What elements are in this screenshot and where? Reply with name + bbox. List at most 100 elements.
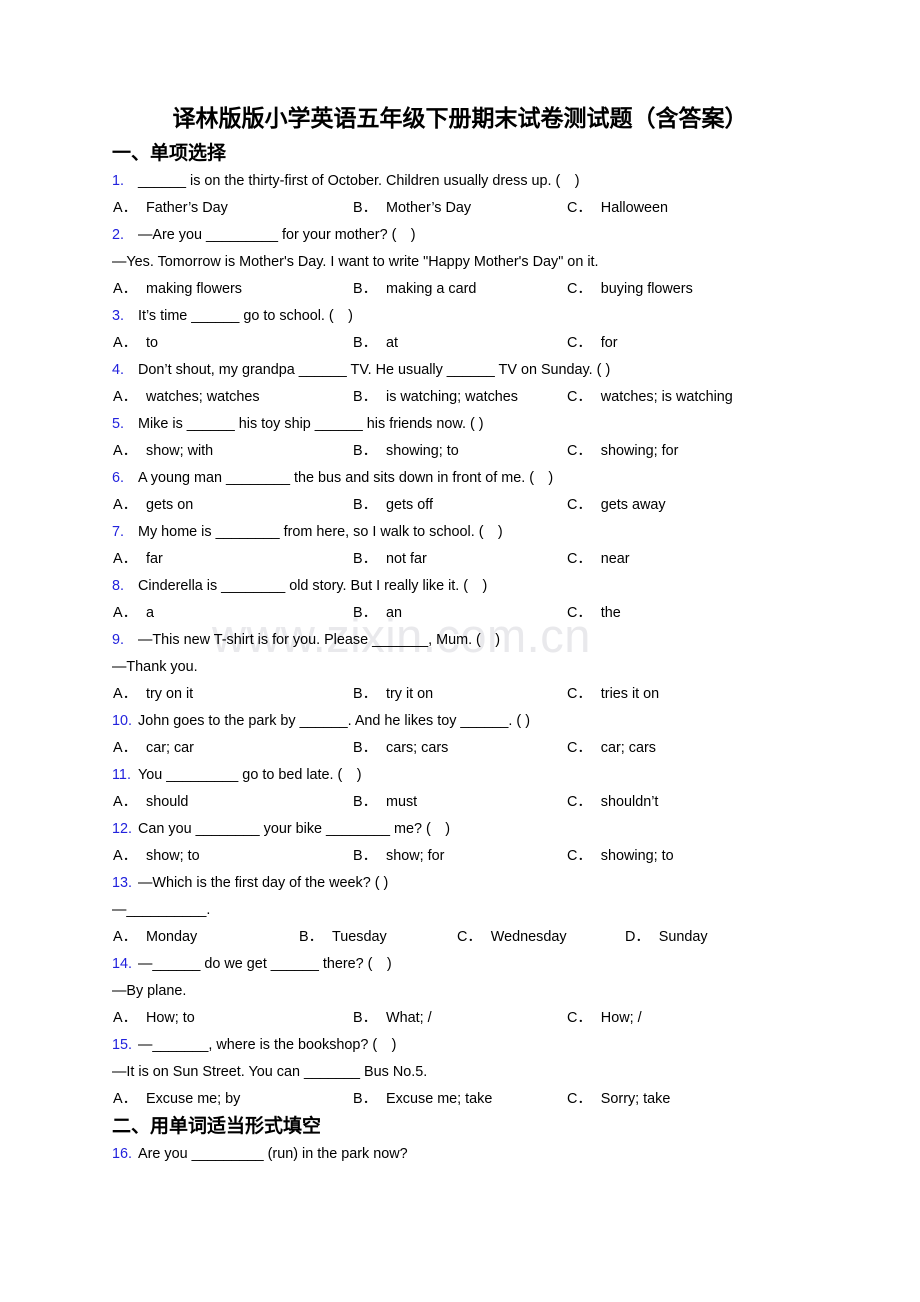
document-content: 译林版版小学英语五年级下册期末试卷测试题（含答案） 一、单项选择 1. _____…: [0, 0, 920, 1168]
option-c[interactable]: C． Halloween: [567, 195, 668, 222]
option-b-letter: B．: [353, 551, 377, 567]
option-c-letter: C．: [567, 1010, 592, 1026]
option-a-value: watches; watches: [146, 389, 260, 405]
option-c-letter: C．: [567, 848, 592, 864]
question-8-text: Cinderella is ________ old story. But I …: [138, 578, 488, 594]
option-c-value: tries it on: [600, 686, 660, 702]
question-8-number: 8.: [112, 578, 125, 594]
section-heading-1: 一、单项选择: [112, 143, 227, 164]
question-15: 15. —_______, where is the bookshop? ( ): [0, 1032, 920, 1059]
option-b-letter: B．: [353, 1091, 377, 1107]
option-c-value: gets away: [600, 497, 666, 513]
option-c-letter: C．: [567, 443, 592, 459]
option-c[interactable]: C． showing; for: [567, 438, 678, 465]
option-a-letter: A．: [113, 497, 137, 513]
option-c-letter: C．: [567, 605, 592, 621]
option-b[interactable]: B． gets off: [353, 492, 433, 519]
question-14-options: A． How; to B． What; / C． How; /: [0, 1005, 920, 1032]
option-a[interactable]: A． should: [113, 789, 188, 816]
option-b[interactable]: B． cars; cars: [353, 735, 448, 762]
option-a[interactable]: A． a: [113, 600, 154, 627]
option-b-letter: B．: [353, 740, 377, 756]
option-c[interactable]: C． showing; to: [567, 843, 674, 870]
option-c-value: Halloween: [600, 200, 668, 216]
option-b-value: is watching; watches: [386, 389, 518, 405]
option-a-value: far: [146, 551, 163, 567]
option-b[interactable]: B． is watching; watches: [353, 384, 518, 411]
option-a[interactable]: A． try on it: [113, 681, 193, 708]
question-8: 8. Cinderella is ________ old story. But …: [0, 573, 920, 600]
question-3-text: It’s time ______ go to school. ( ): [138, 308, 353, 324]
option-a[interactable]: A． far: [113, 546, 163, 573]
option-c-value: the: [600, 605, 621, 621]
option-b[interactable]: B． try it on: [353, 681, 433, 708]
option-b[interactable]: B． Excuse me; take: [353, 1086, 492, 1113]
option-a-letter: A．: [113, 686, 137, 702]
option-b-value: not far: [386, 551, 427, 567]
question-15-number: 15.: [112, 1037, 133, 1053]
option-c-letter: C．: [457, 929, 482, 945]
option-c-letter: C．: [567, 335, 592, 351]
question-14-text: —______ do we get ______ there? ( ): [138, 956, 392, 972]
option-c[interactable]: C． watches; is watching: [567, 384, 733, 411]
option-c-letter: C．: [567, 794, 592, 810]
option-c[interactable]: C． gets away: [567, 492, 666, 519]
option-a[interactable]: A． Father’s Day: [113, 195, 228, 222]
option-a[interactable]: A． How; to: [113, 1005, 195, 1032]
option-a[interactable]: A． making flowers: [113, 276, 242, 303]
option-b[interactable]: B． What; /: [353, 1005, 432, 1032]
option-a-value: Father’s Day: [146, 200, 228, 216]
option-c-letter: C．: [567, 1091, 592, 1107]
option-c[interactable]: C． buying flowers: [567, 276, 693, 303]
question-9-text: —This new T-shirt is for you. Please ___…: [138, 632, 501, 648]
question-6-options: A． gets on B． gets off C． gets away: [0, 492, 920, 519]
question-2-number: 2.: [112, 227, 125, 243]
question-4-number: 4.: [112, 362, 125, 378]
option-a[interactable]: A． gets on: [113, 492, 193, 519]
option-b[interactable]: B． an: [353, 600, 402, 627]
option-c-value: Wednesday: [490, 929, 567, 945]
option-b-value: Tuesday: [332, 929, 387, 945]
option-c[interactable]: C． the: [567, 600, 621, 627]
option-a[interactable]: A． Excuse me; by: [113, 1086, 240, 1113]
option-b[interactable]: B． making a card: [353, 276, 476, 303]
option-b[interactable]: B． at: [353, 330, 398, 357]
option-c[interactable]: C． Sorry; take: [567, 1086, 670, 1113]
question-9-continuation: —Thank you.: [112, 659, 198, 675]
question-10-number: 10.: [112, 713, 133, 729]
option-b-letter: B．: [353, 848, 377, 864]
option-a[interactable]: A． show; with: [113, 438, 213, 465]
option-c[interactable]: C． tries it on: [567, 681, 659, 708]
option-c-value: watches; is watching: [600, 389, 733, 405]
option-a[interactable]: A． show; to: [113, 843, 200, 870]
question-7-number: 7.: [112, 524, 125, 540]
option-b[interactable]: B． Mother’s Day: [353, 195, 471, 222]
question-1: 1. ______ is on the thirty-first of Octob…: [0, 168, 920, 195]
option-b-letter: B．: [353, 794, 377, 810]
option-c[interactable]: C． near: [567, 546, 630, 573]
option-a[interactable]: A． Monday: [113, 924, 197, 951]
option-b-value: showing; to: [386, 443, 459, 459]
option-a-value: show; with: [146, 443, 214, 459]
option-a[interactable]: A． to: [113, 330, 158, 357]
question-14-number: 14.: [112, 956, 133, 972]
option-d[interactable]: D． Sunday: [625, 924, 708, 951]
option-c[interactable]: C． for: [567, 330, 618, 357]
question-15-continuation: —It is on Sun Street. You can _______ Bu…: [112, 1064, 428, 1080]
option-b[interactable]: B． not far: [353, 546, 427, 573]
option-a-value: should: [146, 794, 189, 810]
option-c[interactable]: C． Wednesday: [457, 924, 567, 951]
option-c[interactable]: C． car; cars: [567, 735, 656, 762]
question-11-options: A． should B． must C． shouldn’t: [0, 789, 920, 816]
option-a[interactable]: A． car; car: [113, 735, 194, 762]
question-3: 3. It’s time ______ go to school. ( ): [0, 303, 920, 330]
option-a-letter: A．: [113, 740, 137, 756]
option-b[interactable]: B． show; for: [353, 843, 444, 870]
option-c[interactable]: C． How; /: [567, 1005, 642, 1032]
option-a[interactable]: A． watches; watches: [113, 384, 260, 411]
option-a-letter: A．: [113, 929, 137, 945]
option-c[interactable]: C． shouldn’t: [567, 789, 658, 816]
option-b[interactable]: B． must: [353, 789, 417, 816]
option-b[interactable]: B． Tuesday: [299, 924, 387, 951]
option-b[interactable]: B． showing; to: [353, 438, 459, 465]
